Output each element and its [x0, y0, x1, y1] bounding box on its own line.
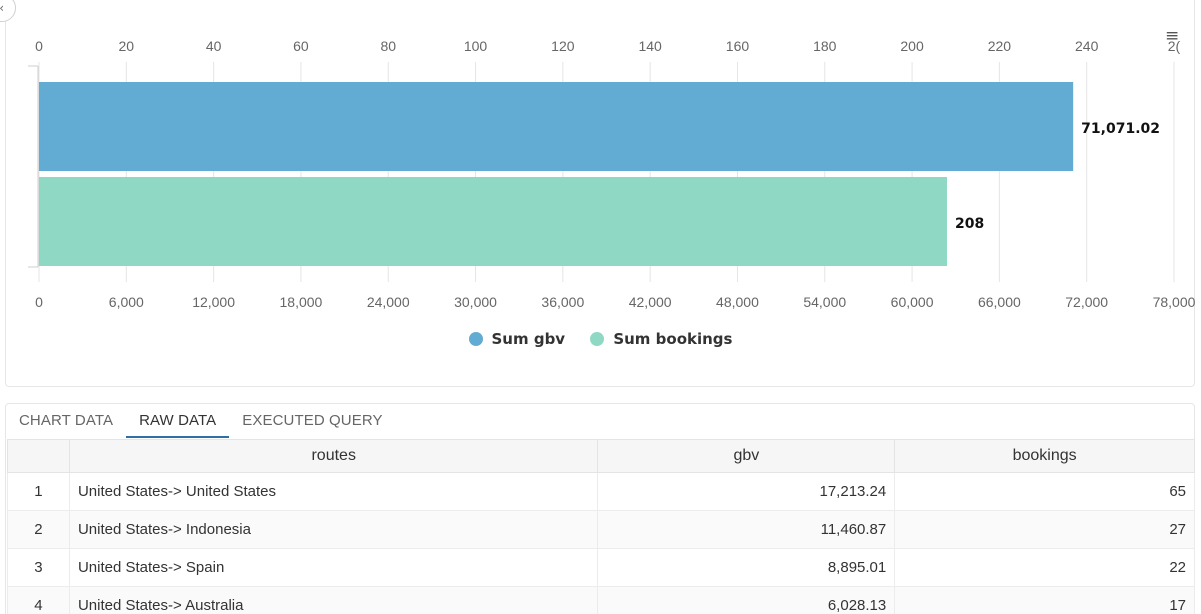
bottom-axis-tick-label: 24,000	[367, 294, 410, 310]
route-cell: United States-> Australia	[68, 586, 599, 614]
table-row: 2 United States-> Indonesia 11,460.87 27	[7, 510, 1195, 549]
legend-item-sum-gbv[interactable]: Sum gbv	[468, 330, 566, 348]
raw-data-table: routes gbv bookings 1 United States-> Un…	[7, 439, 1195, 614]
table-row: 3 United States-> Spain 8,895.01 22	[7, 548, 1195, 587]
route-cell: United States-> Spain	[68, 548, 599, 587]
legend-item-sum-bookings[interactable]: Sum bookings	[590, 330, 732, 348]
top-axis-tick-label: 180	[813, 38, 837, 54]
row-index: 1	[7, 472, 70, 511]
bar-sum-bookings	[39, 177, 947, 266]
bottom-axis-tick-label: 18,000	[280, 294, 323, 310]
bar-chart: 0 20 40 60 80 100 120 140 160 180 200 220 240 2( 0 6,00…	[28, 38, 1196, 310]
bottom-axis-tick-label: 0	[35, 294, 43, 310]
top-axis-tick-label: 60	[293, 38, 309, 54]
tab-raw-data[interactable]: RAW DATA	[126, 404, 230, 438]
row-index: 3	[7, 548, 70, 587]
top-axis-tick-label: 140	[638, 38, 662, 54]
route-cell: United States-> Indonesia	[68, 510, 599, 549]
top-axis-tick-label: 200	[900, 38, 924, 54]
top-axis-tick-label: 80	[380, 38, 396, 54]
table-row: 1 United States-> United States 17,213.2…	[7, 472, 1195, 511]
gbv-cell: 8,895.01	[597, 548, 896, 587]
top-axis-tick-label: 2(	[1168, 38, 1181, 54]
tab-executed-query[interactable]: EXECUTED QUERY	[229, 404, 395, 438]
bookings-cell: 65	[894, 472, 1195, 511]
top-axis-tick-label: 220	[988, 38, 1012, 54]
table-header-row: routes gbv bookings	[7, 439, 1195, 473]
legend-dot-bookings	[590, 332, 605, 346]
table-row: 4 United States-> Australia 6,028.13 17	[7, 586, 1195, 614]
gbv-cell: 17,213.24	[597, 472, 896, 511]
bookings-cell: 22	[894, 548, 1195, 587]
bottom-axis-tick-label: 66,000	[978, 294, 1021, 310]
bottom-axis-tick-label: 48,000	[716, 294, 759, 310]
tab-chart-data[interactable]: CHART DATA	[6, 404, 126, 438]
gbv-cell: 11,460.87	[597, 510, 896, 549]
bottom-axis-tick-label: 36,000	[541, 294, 584, 310]
bottom-axis-tick-label: 72,000	[1065, 294, 1108, 310]
legend-label: Sum bookings	[613, 330, 733, 348]
legend-label: Sum gbv	[491, 330, 566, 348]
bottom-axis-tick-label: 42,000	[629, 294, 672, 310]
column-header-bookings[interactable]: bookings	[894, 439, 1195, 473]
top-axis-tick-label: 0	[35, 38, 43, 54]
route-cell: United States-> United States	[68, 472, 599, 511]
top-axis-tick-label: 240	[1075, 38, 1099, 54]
data-label-sum-bookings: 208	[955, 216, 984, 232]
column-header-index	[7, 439, 70, 473]
bookings-cell: 17	[894, 586, 1195, 614]
row-index: 2	[7, 510, 70, 549]
bookings-cell: 27	[894, 510, 1195, 549]
row-index: 4	[7, 586, 70, 614]
chart-legend: Sum gbv Sum bookings	[0, 330, 1201, 350]
bottom-axis-tick-label: 60,000	[891, 294, 934, 310]
bottom-axis-tick-label: 6,000	[109, 294, 144, 310]
top-axis-tick-label: 40	[206, 38, 222, 54]
top-axis-tick-label: 100	[464, 38, 488, 54]
top-axis-tick-label: 20	[119, 38, 135, 54]
bottom-axis-tick-label: 12,000	[192, 294, 235, 310]
bottom-axis-tick-label: 78,000	[1153, 294, 1196, 310]
legend-dot-gbv	[468, 332, 483, 346]
column-header-gbv[interactable]: gbv	[597, 439, 896, 473]
bottom-axis-tick-label: 54,000	[803, 294, 846, 310]
data-label-sum-gbv: 71,071.02	[1081, 121, 1160, 137]
column-header-routes[interactable]: routes	[68, 439, 599, 473]
top-axis-tick-label: 160	[726, 38, 750, 54]
bottom-axis-tick-label: 30,000	[454, 294, 497, 310]
top-axis-tick-label: 120	[551, 38, 575, 54]
tab-bar: CHART DATA RAW DATA EXECUTED QUERY	[6, 404, 396, 438]
bar-sum-gbv	[39, 82, 1074, 171]
gbv-cell: 6,028.13	[597, 586, 896, 614]
